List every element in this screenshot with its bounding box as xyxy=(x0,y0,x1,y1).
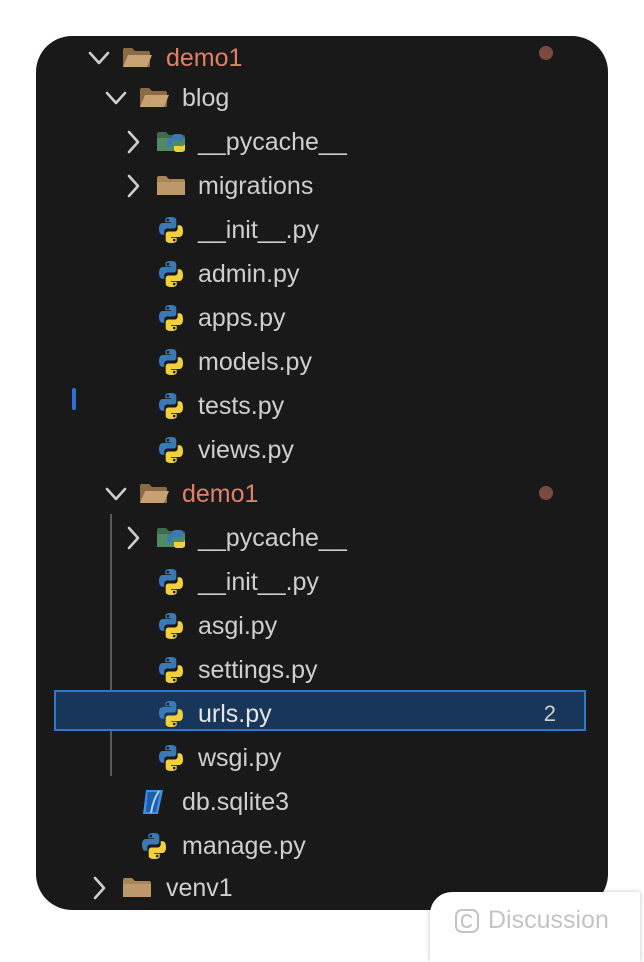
tree-item-label: migrations xyxy=(198,172,314,200)
tree-item-label: db.sqlite3 xyxy=(182,788,290,816)
tree-item-label: manage.py xyxy=(182,832,306,860)
tree-row-demo1-package[interactable]: demo1 xyxy=(36,472,608,516)
chevron-right-icon[interactable] xyxy=(120,171,146,201)
database-file-icon xyxy=(137,787,171,817)
python-file-icon xyxy=(154,699,188,729)
python-file-icon xyxy=(154,215,188,245)
folder-open-icon xyxy=(137,479,171,509)
tree-item-label: __init__.py xyxy=(198,216,319,244)
tree-item-label: __init__.py xyxy=(198,568,319,596)
pycache-folder-icon xyxy=(154,523,188,553)
tree-item-label: tests.py xyxy=(198,392,285,420)
python-file-icon xyxy=(154,347,188,377)
tree-item-label: admin.py xyxy=(198,260,300,288)
modified-dot-icon xyxy=(539,46,553,60)
chevron-right-icon[interactable] xyxy=(120,127,146,157)
tree-item-label: venv1 xyxy=(166,874,233,902)
tree-row-apps[interactable]: apps.py xyxy=(36,296,608,340)
python-file-icon xyxy=(154,435,188,465)
tree-item-label: settings.py xyxy=(198,656,318,684)
file-explorer-panel: demo1 blog __pycache__ migrations __init… xyxy=(36,36,608,910)
chevron-down-icon[interactable] xyxy=(86,43,112,73)
tree-item-label: demo1 xyxy=(182,480,259,508)
chevron-down-icon[interactable] xyxy=(103,83,129,113)
python-file-icon xyxy=(137,831,171,861)
python-file-icon xyxy=(154,567,188,597)
tree-row-blog-init[interactable]: __init__.py xyxy=(36,208,608,252)
tree-item-label: demo1 xyxy=(166,44,243,72)
tree-row-demo1-init[interactable]: __init__.py xyxy=(36,560,608,604)
discussion-label: Discussion xyxy=(488,906,609,934)
tree-row-pycache[interactable]: __pycache__ xyxy=(36,120,608,164)
python-file-icon xyxy=(154,655,188,685)
tree-item-label: urls.py xyxy=(198,700,272,728)
discussion-button[interactable]: Discussion xyxy=(430,892,640,962)
folder-open-icon xyxy=(137,83,171,113)
tree-row-demo1-root[interactable]: demo1 xyxy=(36,36,608,80)
chevron-down-icon[interactable] xyxy=(103,479,129,509)
tree-row-db-sqlite3[interactable]: db.sqlite3 xyxy=(36,780,608,824)
tree-item-label: apps.py xyxy=(198,304,286,332)
python-file-icon xyxy=(154,391,188,421)
tree-item-label: __pycache__ xyxy=(198,524,347,552)
tree-row-pycache[interactable]: __pycache__ xyxy=(36,516,608,560)
discussion-icon xyxy=(455,909,479,933)
pycache-folder-icon xyxy=(154,127,188,157)
python-file-icon xyxy=(154,743,188,773)
tree-row-asgi[interactable]: asgi.py xyxy=(36,604,608,648)
tree-item-label: models.py xyxy=(198,348,312,376)
tree-item-label: blog xyxy=(182,84,230,112)
tree-row-wsgi[interactable]: wsgi.py xyxy=(36,736,608,780)
tree-row-admin[interactable]: admin.py xyxy=(36,252,608,296)
tree-row-urls-selected[interactable]: urls.py 2 xyxy=(36,692,608,736)
python-file-icon xyxy=(154,303,188,333)
tree-row-blog[interactable]: blog xyxy=(36,76,608,120)
python-file-icon xyxy=(154,259,188,289)
python-file-icon xyxy=(154,611,188,641)
tree-row-settings[interactable]: settings.py xyxy=(36,648,608,692)
tree-row-manage[interactable]: manage.py xyxy=(36,824,608,868)
folder-icon xyxy=(120,873,154,903)
folder-open-icon xyxy=(120,43,154,73)
chevron-right-icon[interactable] xyxy=(120,523,146,553)
tree-row-tests[interactable]: tests.py xyxy=(36,384,608,428)
tree-item-label: asgi.py xyxy=(198,612,278,640)
tree-row-views[interactable]: views.py xyxy=(36,428,608,472)
tree-item-label: __pycache__ xyxy=(198,128,347,156)
tree-item-label: wsgi.py xyxy=(198,744,282,772)
problem-count-badge: 2 xyxy=(543,701,556,726)
tree-item-label: views.py xyxy=(198,436,294,464)
tree-row-migrations[interactable]: migrations xyxy=(36,164,608,208)
folder-icon xyxy=(154,171,188,201)
tree-row-models[interactable]: models.py xyxy=(36,340,608,384)
modified-dot-icon xyxy=(539,486,553,500)
chevron-right-icon[interactable] xyxy=(86,873,112,903)
